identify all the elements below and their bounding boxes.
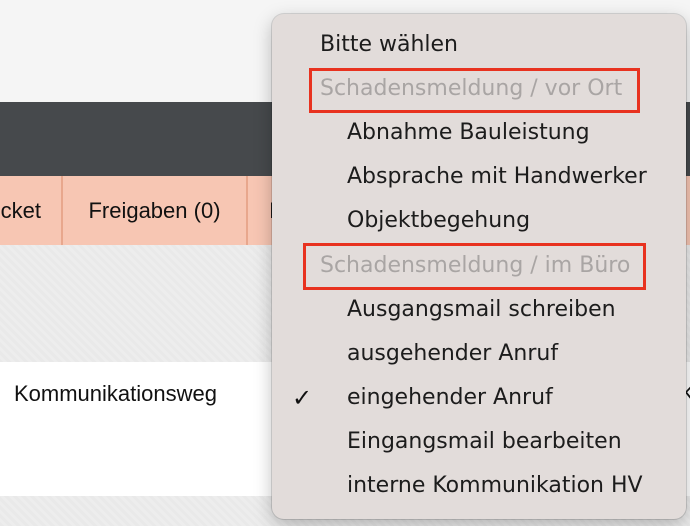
option-label: ausgehender Anruf — [347, 341, 559, 366]
option-label: eingehender Anruf — [347, 385, 553, 410]
option-abnahme-bauleistung[interactable]: Abnahme Bauleistung — [272, 111, 686, 155]
tab-ticket[interactable]: cket — [0, 176, 63, 245]
option-eingehender-anruf[interactable]: ✓ eingehender Anruf — [272, 376, 686, 420]
highlight-box-im-buero — [303, 243, 646, 290]
option-label: Abnahme Bauleistung — [347, 120, 590, 145]
option-label: Objektbegehung — [347, 208, 531, 233]
kommunikationsweg-label: Kommunikationsweg — [14, 381, 217, 406]
kommunikationsweg-dropdown-menu[interactable]: Bitte wählen Schadensmeldung / vor Ort A… — [272, 14, 686, 519]
option-bitte-waehlen[interactable]: Bitte wählen — [272, 23, 686, 67]
option-label: Bitte wählen — [320, 32, 458, 57]
highlight-box-vor-ort — [309, 68, 640, 113]
option-ausgangsmail-schreiben[interactable]: Ausgangsmail schreiben — [272, 288, 686, 332]
option-eingangsmail-bearbeiten[interactable]: Eingangsmail bearbeiten — [272, 420, 686, 464]
option-label: Ausgangsmail schreiben — [347, 297, 616, 322]
option-ausgehender-anruf[interactable]: ausgehender Anruf — [272, 332, 686, 376]
option-label: Absprache mit Handwerker — [347, 164, 647, 189]
option-objektbegehung[interactable]: Objektbegehung — [272, 199, 686, 243]
option-absprache-mit-handwerker[interactable]: Absprache mit Handwerker — [272, 155, 686, 199]
checkmark-icon: ✓ — [292, 384, 313, 412]
option-label: Eingangsmail bearbeiten — [347, 429, 622, 454]
option-label: interne Kommunikation HV — [347, 473, 643, 498]
tab-freigaben[interactable]: Freigaben (0) — [63, 176, 248, 245]
option-interne-kommunikation-hv[interactable]: interne Kommunikation HV — [272, 464, 686, 508]
